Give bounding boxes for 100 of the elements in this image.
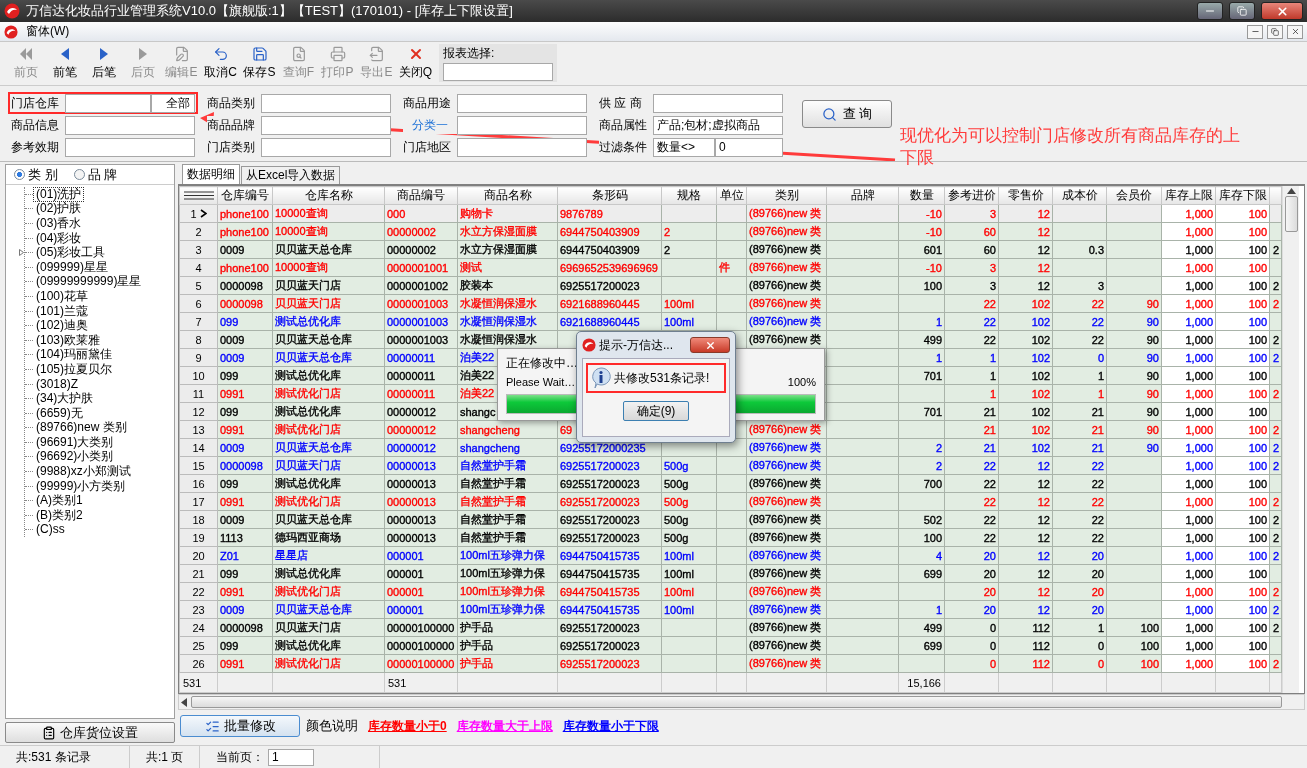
- close-icon: [1275, 4, 1289, 18]
- toolbar-button[interactable]: 前笔: [45, 44, 84, 84]
- batch-edit-button[interactable]: 批量修改: [180, 715, 300, 737]
- tree-item[interactable]: (6659)无: [33, 405, 86, 421]
- input-field[interactable]: [457, 93, 587, 113]
- horizontal-scrollbar[interactable]: [178, 694, 1305, 710]
- menu-item[interactable]: 窗体(W): [22, 23, 74, 40]
- all-button[interactable]: 全部: [151, 93, 195, 113]
- tree-item[interactable]: (103)欧莱雅: [33, 332, 103, 348]
- input-field[interactable]: 产品;包材;虚拟商品: [653, 115, 783, 135]
- input-field[interactable]: [261, 115, 391, 135]
- report-select-field[interactable]: [443, 63, 553, 81]
- current-row-icon: [199, 208, 207, 218]
- tree-item[interactable]: (101)兰蔻: [33, 303, 91, 319]
- table-row[interactable]: 1 phone100 10000查询 000 购物卡 9876789 (89766)new 类 -10 3 12 1,000 100: [179, 204, 1282, 223]
- table-row[interactable]: 3 0009 贝贝蓝天总仓库 00000002 水立方保湿面膜 6944750403909 2 (89766)new 类 601 60 12 0.3 1,000 100 2: [179, 240, 1282, 259]
- input-field[interactable]: [65, 115, 195, 135]
- ok-button[interactable]: 确定(9): [623, 401, 689, 421]
- scrollbar-thumb[interactable]: [1284, 196, 1298, 232]
- tree-item[interactable]: (102)迪奥: [33, 318, 91, 334]
- table-row[interactable]: 24 0000098 贝贝蓝天门店 00000100000 护手品 6925517200023 (89766)new 类 499 0 112 1 100 1,000 100 2: [179, 618, 1282, 637]
- tree-item[interactable]: (05)彩妆工具: [33, 245, 109, 261]
- scrollbar-thumb[interactable]: [191, 696, 1282, 708]
- row-number: 18: [192, 513, 205, 526]
- table-row[interactable]: 26 0991 测试优化门店 00000100000 护手品 6925517200023 (89766)new 类 0 112 0 100 1,000 100 2: [179, 654, 1282, 673]
- tree-item[interactable]: (02)护肤: [33, 201, 85, 217]
- restore-icon: [1237, 6, 1247, 16]
- row-number: 26: [192, 657, 205, 670]
- row-number: 11: [192, 387, 205, 400]
- tree-item[interactable]: (96691)大类别: [33, 434, 117, 450]
- radio-label: 品 牌: [87, 165, 118, 184]
- input-field[interactable]: 0: [715, 137, 783, 157]
- input-field[interactable]: [653, 93, 783, 113]
- close-button[interactable]: [1261, 2, 1303, 20]
- query-button[interactable]: 查 询: [802, 100, 892, 128]
- table-row[interactable]: 5 0000098 贝贝蓝天门店 0000001002 胶装本 6925517200023 (89766)new 类 100 3 12 3 1,000 100 2: [179, 276, 1282, 295]
- table-row[interactable]: 19 1113 德玛西亚商场 00000013 自然堂护手霜 6925517200023 500g (89766)new 类 100 22 12 22 1,000 100 2: [179, 528, 1282, 547]
- table-row[interactable]: 20 Z01 星星店 000001 100ml五珍弹力保 6944750415735 100ml (89766)new 类 4 20 12 20 1,000 100 2: [179, 546, 1282, 565]
- toolbar-button[interactable]: 后笔: [84, 44, 123, 84]
- window-title: 万信达化妆品行业管理系统V10.0【旗舰版:1】【TEST】(170101) - [库存上下限设置]: [26, 2, 514, 20]
- tree-item[interactable]: (C)ss: [33, 522, 68, 538]
- radio-option[interactable]: 品 牌: [73, 165, 118, 184]
- table-row[interactable]: 22 0991 测试优化门店 000001 100ml五珍弹力保 6944750415735 100ml (89766)new 类 20 12 20 1,000 100 2: [179, 582, 1282, 601]
- tree-item[interactable]: (03)香水: [33, 216, 85, 231]
- input-field[interactable]: 数量<>: [653, 137, 715, 157]
- table-row[interactable]: 7 099 测试总优化库 0000001003 水凝恒润保湿水 6921688960445 100ml (89766)new 类 1 22 102 22 90 1,000 100: [179, 312, 1282, 331]
- tree-item[interactable]: (04)彩妆: [33, 230, 85, 246]
- toolbar-button[interactable]: 关闭Q: [396, 44, 435, 84]
- table-row[interactable]: 15 0000098 贝贝蓝天门店 00000013 自然堂护手霜 6925517200023 500g (89766)new 类 2 22 12 22 1,000 100 2: [179, 456, 1282, 475]
- tree-item[interactable]: (099999)星星: [33, 259, 112, 275]
- table-row[interactable]: 18 0009 贝贝蓝天总仓库 00000013 自然堂护手霜 6925517200023 500g (89766)new 类 502 22 12 22 1,000 100 2: [179, 510, 1282, 529]
- toolbar-button[interactable]: 保存S: [240, 44, 279, 84]
- table-row[interactable]: 23 0009 贝贝蓝天总仓库 000001 100ml五珍弹力保 6944750415735 100ml (89766)new 类 1 20 12 20 1,000 100 2: [179, 600, 1282, 619]
- table-row[interactable]: 6 0000098 贝贝蓝天门店 0000001003 水凝恒润保湿水 6921688960445 100ml (89766)new 类 22 102 22 90 1,000 100 2: [179, 294, 1282, 313]
- legend-link[interactable]: 库存数量小于下限: [562, 717, 659, 735]
- tree-item[interactable]: (34)大护肤: [33, 391, 97, 407]
- input-field[interactable]: [261, 93, 391, 113]
- legend-link[interactable]: 库存数量小于0: [368, 717, 447, 735]
- row-number: 23: [192, 603, 205, 616]
- table-row[interactable]: 14 0009 贝贝蓝天总仓库 00000012 shangcheng 69255172000235 (89766)new 类 2 21 102 21 90 1,000 100 2: [179, 438, 1282, 457]
- table-row[interactable]: 21 099 测试总优化库 000001 100ml五珍弹力保 6944750415735 100ml (89766)new 类 699 20 12 20 1,000 100: [179, 564, 1282, 583]
- restore-button[interactable]: [1229, 2, 1255, 20]
- tree-item[interactable]: (B)类别2: [33, 507, 86, 523]
- tree-item[interactable]: (100)花草: [33, 288, 91, 304]
- tree-item[interactable]: (01)洗护: [33, 186, 85, 202]
- category-link[interactable]: 分类一: [403, 116, 457, 134]
- input-field[interactable]: [457, 115, 587, 135]
- tree-item[interactable]: (99999)小方类别: [33, 478, 129, 494]
- tree-item[interactable]: (A)类别1: [33, 493, 86, 509]
- grid-menu-icon[interactable]: [183, 190, 214, 200]
- row-count: 531: [179, 672, 218, 693]
- toolbar-button[interactable]: 取消C: [201, 44, 240, 84]
- location-settings-button[interactable]: 仓库货位设置: [5, 722, 175, 743]
- input-field[interactable]: [65, 93, 151, 113]
- input-field[interactable]: [261, 137, 391, 157]
- table-row[interactable]: 2 phone100 10000查询 00000002 水立方保湿面膜 6944750403909 2 (89766)new 类 -10 60 12 1,000 100: [179, 222, 1282, 241]
- input-field[interactable]: [457, 137, 587, 157]
- expand-icon[interactable]: [19, 249, 24, 257]
- minimize-button[interactable]: [1197, 2, 1223, 20]
- tab[interactable]: 从Excel导入数据: [241, 166, 341, 184]
- tree-item[interactable]: (89766)new 类别: [33, 420, 130, 436]
- row-number: 12: [192, 405, 205, 418]
- vertical-scrollbar[interactable]: [1282, 186, 1299, 693]
- tree-item[interactable]: (96692)小类别: [33, 449, 117, 465]
- tree-item[interactable]: (09999999999)星星: [33, 274, 145, 290]
- tree-item[interactable]: (3018)Z: [33, 376, 82, 392]
- radio-option[interactable]: 类 别: [14, 165, 58, 184]
- tree-item[interactable]: (104)玛丽黛佳: [33, 347, 115, 363]
- current-page-field[interactable]: 1: [268, 748, 314, 766]
- input-field[interactable]: [65, 137, 195, 157]
- field-label: 过滤条件: [599, 138, 653, 156]
- close-button[interactable]: [690, 337, 730, 353]
- tab[interactable]: 数据明细: [182, 164, 240, 184]
- table-row[interactable]: 16 099 测试总优化库 00000013 自然堂护手霜 6925517200023 500g (89766)new 类 700 22 12 22 1,000 100: [179, 474, 1282, 493]
- tree-item[interactable]: (105)拉夏贝尔: [33, 361, 115, 377]
- table-row[interactable]: 4 phone100 10000查询 0000001001 测试 6969652539696969 件 (89766)new 类 -10 3 12 1,000 100: [179, 258, 1282, 277]
- table-row[interactable]: 17 0991 测试优化门店 00000013 自然堂护手霜 6925517200023 500g (89766)new 类 22 12 22 1,000 100 2: [179, 492, 1282, 511]
- tree-item[interactable]: (9988)xz小郑测试: [33, 464, 134, 480]
- table-row[interactable]: 25 099 测试总优化库 00000100000 护手品 6925517200023 (89766)new 类 699 0 112 0 100 1,000 100: [179, 636, 1282, 655]
- undo-icon: [212, 46, 229, 62]
